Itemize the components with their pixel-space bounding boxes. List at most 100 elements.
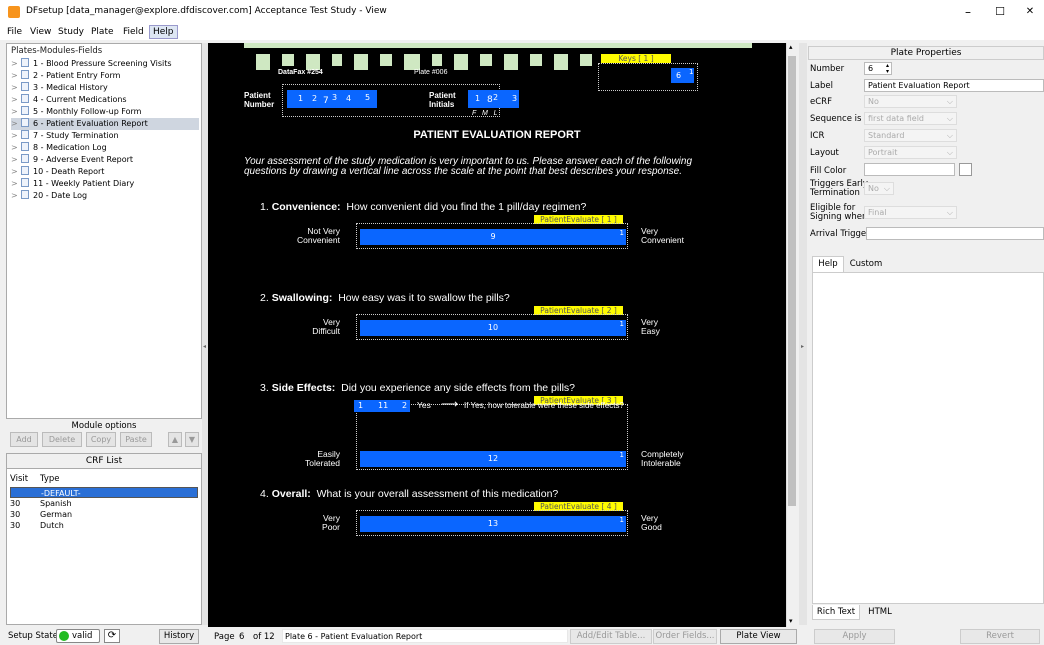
plate-view-button[interactable]: Plate View: [720, 629, 797, 644]
chevron-right-icon[interactable]: >: [11, 107, 21, 116]
apply-button[interactable]: Apply: [814, 629, 895, 644]
tree-item[interactable]: >7 - Study Termination: [11, 130, 199, 142]
menu-help[interactable]: Help: [149, 25, 178, 39]
chevron-right-icon[interactable]: >: [11, 179, 21, 188]
menu-plate[interactable]: Plate: [88, 26, 117, 38]
tree-item[interactable]: >6 - Patient Evaluation Report: [11, 118, 199, 130]
crf-row[interactable]: -DEFAULT-: [10, 487, 198, 498]
copy-button[interactable]: Copy: [86, 432, 116, 447]
scale-right-label: Very Easy: [641, 318, 660, 336]
move-down-icon[interactable]: ▼: [185, 432, 199, 447]
tab-help[interactable]: Help: [812, 256, 844, 272]
key-field[interactable]: 6 1: [671, 68, 694, 83]
color-swatch[interactable]: [959, 163, 972, 176]
plate-canvas[interactable]: Keys [ 1 ] 6 1 DataFax #254 Plate #006 P…: [208, 43, 786, 627]
pn-digit: 1: [298, 94, 304, 103]
right-splitter[interactable]: ▸: [799, 43, 807, 625]
revert-button[interactable]: Revert: [960, 629, 1040, 644]
scale-left-2: Poor: [322, 522, 340, 532]
chevron-right-icon[interactable]: >: [11, 71, 21, 80]
minimize-button[interactable]: –: [950, 2, 986, 22]
add-button[interactable]: Add: [10, 432, 38, 447]
tree-item[interactable]: >1 - Blood Pressure Screening Visits: [11, 58, 199, 70]
chevron-right-icon[interactable]: >: [11, 83, 21, 92]
help-text-area[interactable]: [812, 272, 1044, 604]
pn-digit: 5: [365, 93, 371, 102]
collapse-right-icon[interactable]: ▸: [801, 343, 804, 350]
tree-item-label: 2 - Patient Entry Form: [33, 71, 121, 80]
tree-item[interactable]: >4 - Current Medications: [11, 94, 199, 106]
document-icon: [21, 190, 29, 199]
sequence-select[interactable]: first data field ⌵: [864, 112, 957, 125]
paste-button[interactable]: Paste: [120, 432, 152, 447]
scrollbar-thumb[interactable]: [788, 56, 796, 506]
crf-row[interactable]: 30 Spanish: [10, 498, 198, 509]
tab-html[interactable]: HTML: [862, 605, 898, 620]
order-fields-button[interactable]: Order Fields...: [653, 629, 717, 644]
patient-number-field[interactable]: 1 2 7 3 4 5: [287, 90, 377, 108]
barcode-block: [530, 54, 542, 66]
menu-view[interactable]: View: [27, 26, 54, 38]
patient-initials-field[interactable]: 1 8 2 3: [468, 90, 519, 108]
vas-scale-field[interactable]: 10 1: [360, 320, 626, 336]
delete-button[interactable]: Delete: [42, 432, 82, 447]
valid-status-icon: [59, 631, 69, 641]
move-up-icon[interactable]: ▲: [168, 432, 182, 447]
scroll-down-icon[interactable]: ▾: [789, 617, 793, 625]
tree-item[interactable]: >20 - Date Log: [11, 190, 199, 202]
side-effect-field[interactable]: 1 11 2: [354, 400, 410, 412]
scale-left-2: Tolerated: [305, 458, 340, 468]
triggers-select[interactable]: No ⌵: [864, 182, 894, 195]
add-edit-table-button[interactable]: Add/Edit Table...: [570, 629, 652, 644]
chevron-right-icon[interactable]: >: [11, 119, 21, 128]
vas-scale-field[interactable]: 91: [360, 229, 626, 245]
collapse-left-icon[interactable]: ◂: [203, 343, 206, 350]
tree-item[interactable]: >2 - Patient Entry Form: [11, 70, 199, 82]
arrival-trigger-input[interactable]: [866, 227, 1044, 240]
barcode-block: [256, 54, 270, 70]
history-button[interactable]: History: [159, 629, 199, 644]
eligible-select[interactable]: Final ⌵: [864, 206, 957, 219]
tree-item[interactable]: >5 - Monthly Follow-up Form: [11, 106, 199, 118]
layout-select[interactable]: Portrait ⌵: [864, 146, 957, 159]
icr-select[interactable]: Standard ⌵: [864, 129, 957, 142]
ecrf-select[interactable]: No ⌵: [864, 95, 957, 108]
chevron-right-icon[interactable]: >: [11, 191, 21, 200]
tree-item[interactable]: >3 - Medical History: [11, 82, 199, 94]
chevron-right-icon[interactable]: >: [11, 95, 21, 104]
crf-type: German: [40, 510, 73, 519]
tree-item[interactable]: >9 - Adverse Event Report: [11, 154, 199, 166]
module-options-title: Module options: [71, 421, 137, 431]
label-input[interactable]: Patient Evaluation Report: [864, 79, 1044, 92]
crf-type: -DEFAULT-: [41, 489, 81, 498]
patient-initials-label-1: Patient: [429, 91, 456, 100]
tab-custom[interactable]: Custom: [846, 257, 886, 272]
page-number[interactable]: 6: [239, 632, 244, 642]
crf-row[interactable]: 30 Dutch: [10, 520, 198, 531]
chevron-down-icon: ⌵: [946, 208, 953, 217]
menu-field[interactable]: Field: [120, 26, 147, 38]
close-button[interactable]: ✕: [1012, 2, 1044, 22]
tab-rich-text[interactable]: Rich Text: [812, 605, 860, 620]
vas-scale-field[interactable]: 13 1: [360, 516, 626, 532]
tree-item[interactable]: >10 - Death Report: [11, 166, 199, 178]
crf-row[interactable]: 30 German: [10, 509, 198, 520]
plate-properties-panel: Plate Properties Number 6 ▴ ▾ Label Patie…: [808, 43, 1044, 627]
chevron-right-icon[interactable]: >: [11, 167, 21, 176]
refresh-icon[interactable]: ⟳: [104, 629, 120, 643]
menu-study[interactable]: Study: [55, 26, 87, 38]
vas-scale-field[interactable]: 12 1: [360, 451, 626, 467]
chevron-right-icon[interactable]: >: [11, 131, 21, 140]
number-spinner[interactable]: 6 ▴ ▾: [864, 62, 892, 75]
chevron-right-icon[interactable]: >: [11, 59, 21, 68]
field-number: 13: [487, 519, 499, 528]
fill-color-input[interactable]: [864, 163, 955, 176]
eligible-label-2: Signing when: [810, 212, 868, 222]
spinner-arrows-icon[interactable]: ▴ ▾: [886, 63, 889, 75]
chevron-right-icon[interactable]: >: [11, 143, 21, 152]
menu-file[interactable]: File: [4, 26, 25, 38]
tree-item[interactable]: >11 - Weekly Patient Diary: [11, 178, 199, 190]
tree-item[interactable]: >8 - Medication Log: [11, 142, 199, 154]
scroll-up-icon[interactable]: ▴: [789, 43, 793, 51]
chevron-right-icon[interactable]: >: [11, 155, 21, 164]
